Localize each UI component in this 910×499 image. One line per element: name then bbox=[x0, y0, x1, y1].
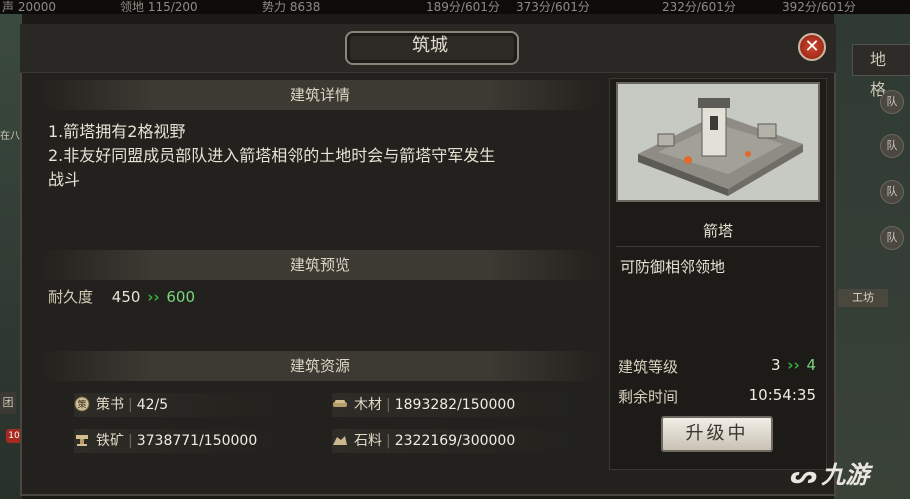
svg-text:策: 策 bbox=[77, 399, 86, 411]
time-value: 10:54:35 bbox=[748, 386, 816, 404]
iron-ore-icon bbox=[76, 435, 88, 446]
time-label: 剩余时间 bbox=[618, 388, 679, 406]
remaining-time-row: 剩余时间 10:54:35 bbox=[618, 386, 818, 407]
building-level-row: 建筑等级 3 ›› 4 bbox=[618, 356, 818, 377]
resources-heading: 建筑资源 bbox=[40, 351, 600, 381]
resource-count-2: 373分/601分 bbox=[516, 0, 590, 14]
dialog-title: 筑城 bbox=[412, 35, 448, 56]
preview-heading: 建筑预览 bbox=[40, 250, 600, 280]
left-side-button[interactable]: 团 bbox=[0, 392, 16, 414]
resource-item: 石料 | 2322169/300000 bbox=[332, 429, 578, 453]
top-resource-bar: 声 20000 领地 115/200 势力 8638 189分/601分 373… bbox=[0, 0, 910, 14]
resource-value: 3738771/150000 bbox=[136, 433, 258, 449]
stat-power: 势力 8638 bbox=[262, 0, 321, 14]
durability-new-value: 600 bbox=[166, 288, 196, 306]
double-chevron-right-icon: ›› bbox=[147, 288, 160, 306]
resource-name: 铁矿 bbox=[96, 433, 124, 449]
level-current: 3 bbox=[770, 356, 781, 374]
team-button[interactable]: 队 bbox=[880, 90, 904, 114]
stat-reputation: 声 20000 bbox=[2, 0, 56, 14]
building-description: 可防御相邻领地 bbox=[620, 258, 726, 276]
durability-label: 耐久度 bbox=[48, 288, 94, 306]
resource-name: 石料 bbox=[354, 433, 382, 449]
strategy-book-icon: 策 bbox=[74, 396, 90, 412]
team-button[interactable]: 队 bbox=[880, 180, 904, 204]
resource-value: 42/5 bbox=[136, 397, 169, 413]
detail-line-1: 1.箭塔拥有2格视野 bbox=[48, 122, 186, 141]
resource-count-3: 232分/601分 bbox=[662, 0, 736, 14]
resource-count-4: 392分/601分 bbox=[782, 0, 856, 14]
durability-row: 耐久度 450 ›› 600 bbox=[48, 286, 195, 307]
resource-name: 木材 bbox=[354, 397, 382, 413]
resource-value: 1893282/150000 bbox=[394, 397, 516, 413]
resource-item: 铁矿 | 3738771/150000 bbox=[74, 429, 280, 453]
resource-name: 策书 bbox=[96, 397, 124, 413]
stat-territory: 领地 115/200 bbox=[120, 0, 198, 14]
jiuyou-logo-icon: ᔕ bbox=[790, 461, 818, 489]
wood-icon bbox=[333, 400, 347, 407]
arrow-tower-illustration bbox=[616, 82, 820, 202]
resource-count-1: 189分/601分 bbox=[426, 0, 500, 14]
detail-line-2: 2.非友好同盟成员部队进入箭塔相邻的土地时会与箭塔守军发生 bbox=[48, 146, 496, 165]
building-name: 箭塔 bbox=[616, 216, 820, 247]
upgrade-button[interactable]: 升级中 bbox=[661, 416, 773, 452]
stone-icon bbox=[333, 436, 347, 445]
left-edge-text: 在八 bbox=[0, 131, 20, 142]
level-next: 4 bbox=[806, 356, 816, 374]
map-side-tab[interactable]: 地 格 bbox=[852, 44, 910, 99]
arrow-tower-image bbox=[618, 84, 818, 200]
detail-line-3: 战斗 bbox=[48, 170, 81, 189]
workshop-label[interactable]: 工坊 bbox=[838, 289, 888, 307]
team-button[interactable]: 队 bbox=[880, 134, 904, 158]
double-chevron-right-icon: ›› bbox=[787, 356, 800, 374]
map-background-left bbox=[0, 14, 22, 499]
close-icon[interactable]: ✕ bbox=[798, 33, 826, 61]
resource-value: 2322169/300000 bbox=[394, 433, 516, 449]
details-heading: 建筑详情 bbox=[40, 80, 600, 110]
team-button[interactable]: 队 bbox=[880, 226, 904, 250]
resource-item: 策策书 | 42/5 bbox=[74, 393, 280, 417]
watermark-text: 九游 bbox=[821, 461, 870, 489]
watermark: ᔕ 九游 bbox=[790, 455, 869, 490]
resource-item: 木材 | 1893282/150000 bbox=[332, 393, 578, 417]
level-label: 建筑等级 bbox=[618, 358, 679, 376]
durability-old-value: 450 bbox=[111, 288, 141, 306]
